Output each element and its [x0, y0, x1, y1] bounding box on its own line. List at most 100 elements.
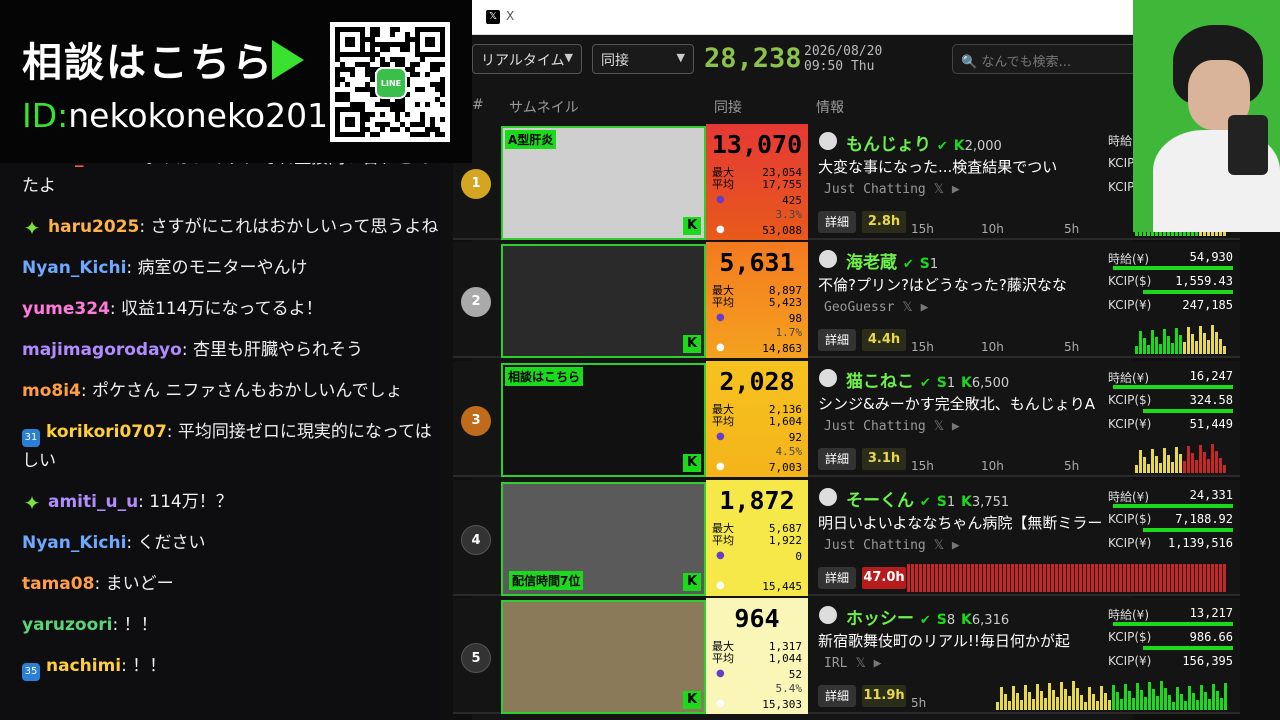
line-consult-banner: 相談はこちら ID:nekokoneko2018 LINE	[0, 0, 472, 163]
verified-icon: ✔	[919, 495, 931, 510]
stream-title: シンジ&みーかす完全敗北、もんじょりA	[818, 395, 1095, 413]
sub-icon: ●	[716, 312, 725, 323]
stream-title: 大変な事になった...検査結果でつい	[818, 158, 1058, 176]
thumbnail-caption: A型肝炎	[505, 130, 557, 149]
chat-bubble-icon: ●	[716, 342, 725, 353]
chat-username[interactable]: Nyan_Kichi	[22, 533, 126, 553]
chat-username[interactable]: mo8i4	[22, 381, 81, 401]
viewer-stats: 13,070 最大 23,054 平均 17,755 ● 425 3.3% ● 53,0…	[706, 124, 808, 240]
chat-username[interactable]: yaruzoori	[22, 615, 113, 635]
ranking-row[interactable]: 2 K 5,631 最大 8,897 平均 5,423 ● 98 1.7% ● 14,8…	[453, 242, 1240, 358]
sub-icon: ●	[716, 194, 725, 205]
chat-bubble-icon: ●	[716, 698, 725, 709]
sub-icon: ●	[716, 668, 725, 679]
current-viewers: 5,631	[719, 248, 795, 277]
mode-select[interactable]: リアルタイム ▼	[472, 44, 582, 74]
verified-icon: ✔	[919, 376, 931, 391]
controls-bar: リアルタイム ▼ 同接 ▼ 28,238 2026/08/20 09:50 Thu 🔍…	[472, 35, 1142, 85]
chat-text: : ポケさん ニファさんもおかしいんでしょ	[80, 381, 403, 401]
sort-select[interactable]: 同接 ▼	[592, 44, 694, 74]
chat-panel: Rikka_0830: ホリかメイテにそれ直接問い合わせてたよ✦haru2025…	[0, 150, 440, 720]
stream-thumbnail[interactable]: A型肝炎 K	[501, 126, 706, 240]
chat-message: 35 nachimi: ！！	[22, 652, 440, 681]
verified-icon: ✔	[936, 139, 948, 154]
detail-button[interactable]: 詳細	[818, 329, 856, 351]
kick-icon: K	[683, 217, 701, 235]
col-rank: #	[472, 97, 484, 113]
microphone-icon	[1228, 115, 1268, 175]
stream-thumbnail[interactable]: K	[501, 600, 706, 714]
chat-username[interactable]: haru2025	[48, 217, 139, 237]
viewer-history-chart	[907, 562, 1227, 592]
viewer-history-chart	[1135, 324, 1227, 354]
chat-message: ✦ haru2025: さすがにこれはおかしいって思うよね	[22, 213, 440, 241]
chat-username[interactable]: tama08	[22, 574, 94, 594]
chat-text: : ！！	[121, 656, 167, 676]
stream-duration: 3.1h	[862, 448, 906, 470]
gem-badge-icon: ✦	[23, 216, 41, 240]
stream-thumbnail[interactable]: 配信時間7位 K	[501, 482, 706, 596]
stream-info: 海老蔵 ✔ S1 不倫?プリン?はどうなった?藤沢なな GeoGuessr 𝕏 …	[816, 242, 1100, 358]
chat-username[interactable]: nachimi	[46, 656, 121, 676]
chat-username[interactable]: Nyan_Kichi	[22, 258, 126, 278]
avatar	[819, 369, 837, 387]
chevron-down-icon: ▼	[564, 51, 573, 64]
detail-button[interactable]: 詳細	[818, 567, 856, 589]
rank-badge: 1	[461, 169, 491, 199]
stream-duration: 47.0h	[862, 567, 906, 589]
chat-message: tama08: まいどー	[22, 570, 440, 598]
chat-message: yume324: 収益114万になってるよ！	[22, 295, 440, 323]
stream-title: 明日いよいよななちゃん病院【無断ミラー	[818, 514, 1102, 532]
ranking-row[interactable]: 1 A型肝炎 K 13,070 最大 23,054 平均 17,755 ● 425 3…	[453, 124, 1240, 240]
streamer-name: 海老蔵 ✔ S1	[846, 253, 939, 273]
detail-button[interactable]: 詳細	[818, 685, 856, 707]
browser-tab-bar: 𝕏 X	[472, 0, 1133, 35]
ranking-row[interactable]: 3 相談はこちら K 2,028 最大 2,136 平均 1,604 ● 92 4.5…	[453, 361, 1240, 477]
qr-code: LINE	[330, 22, 450, 142]
kick-icon: K	[683, 454, 701, 472]
detail-button[interactable]: 詳細	[818, 211, 856, 233]
chat-username[interactable]: amiti_u_u	[48, 492, 138, 512]
chat-text: : まいどー	[94, 574, 174, 594]
chat-bubble-icon: ●	[716, 580, 725, 591]
ranking-row[interactable]: 4 配信時間7位 K 1,872 最大 5,687 平均 1,922 ● 0 ● 15,…	[453, 480, 1240, 596]
qr-finder-icon	[335, 107, 365, 137]
tab-title[interactable]: X	[506, 9, 514, 23]
viewer-stats: 964 最大 1,317 平均 1,044 ● 52 5.4% ● 15,303	[706, 598, 808, 714]
stream-thumbnail[interactable]: 相談はこちら K	[501, 363, 706, 477]
stream-category: Just Chatting 𝕏 ▶	[824, 182, 960, 197]
viewer-stats: 5,631 最大 8,897 平均 5,423 ● 98 1.7% ● 14,863	[706, 242, 808, 358]
detail-button[interactable]: 詳細	[818, 448, 856, 470]
line-logo-icon: LINE	[375, 67, 407, 99]
stream-duration: 4.4h	[862, 329, 906, 351]
total-viewers: 28,238	[704, 43, 802, 74]
sub-icon: ●	[716, 550, 725, 561]
stream-category: IRL 𝕏 ▶	[824, 656, 882, 671]
chat-text: : 病室のモニターやんけ	[126, 258, 308, 278]
sub-icon: ●	[716, 431, 725, 442]
thumbnail-caption: 配信時間7位	[509, 571, 584, 590]
search-input[interactable]: 🔍 なんでも検索...	[952, 44, 1142, 74]
avatar	[819, 132, 837, 150]
rank-badge: 3	[461, 406, 491, 436]
chat-username[interactable]: yume324	[22, 299, 110, 319]
streamer-name: 猫こねこ ✔ S1 K6,500	[846, 372, 1010, 392]
ranking-row[interactable]: 5 K 964 最大 1,317 平均 1,044 ● 52 5.4% ● 15,303…	[453, 598, 1240, 714]
kick-icon: K	[683, 573, 701, 591]
stream-category: Just Chatting 𝕏 ▶	[824, 538, 960, 553]
search-icon: 🔍	[961, 55, 978, 70]
chat-bubble-icon: ●	[716, 224, 725, 235]
chat-username[interactable]: majimagorodayo	[22, 340, 182, 360]
chat-text: : さすがにこれはおかしいって思うよね	[139, 217, 439, 237]
chat-username[interactable]: korikori0707	[46, 422, 167, 442]
rank-badge: 5	[461, 643, 491, 673]
stream-duration: 11.9h	[862, 685, 906, 707]
sub-badge-icon: 35	[22, 663, 40, 681]
chevron-down-icon: ▼	[676, 51, 685, 64]
datetime: 2026/08/20 09:50 Thu	[804, 44, 883, 74]
stream-thumbnail[interactable]: K	[501, 244, 706, 358]
stream-category: GeoGuessr 𝕏 ▶	[824, 300, 929, 315]
current-viewers: 13,070	[711, 130, 803, 159]
current-viewers: 2,028	[719, 367, 795, 396]
x-logo-icon: 𝕏	[486, 10, 500, 24]
